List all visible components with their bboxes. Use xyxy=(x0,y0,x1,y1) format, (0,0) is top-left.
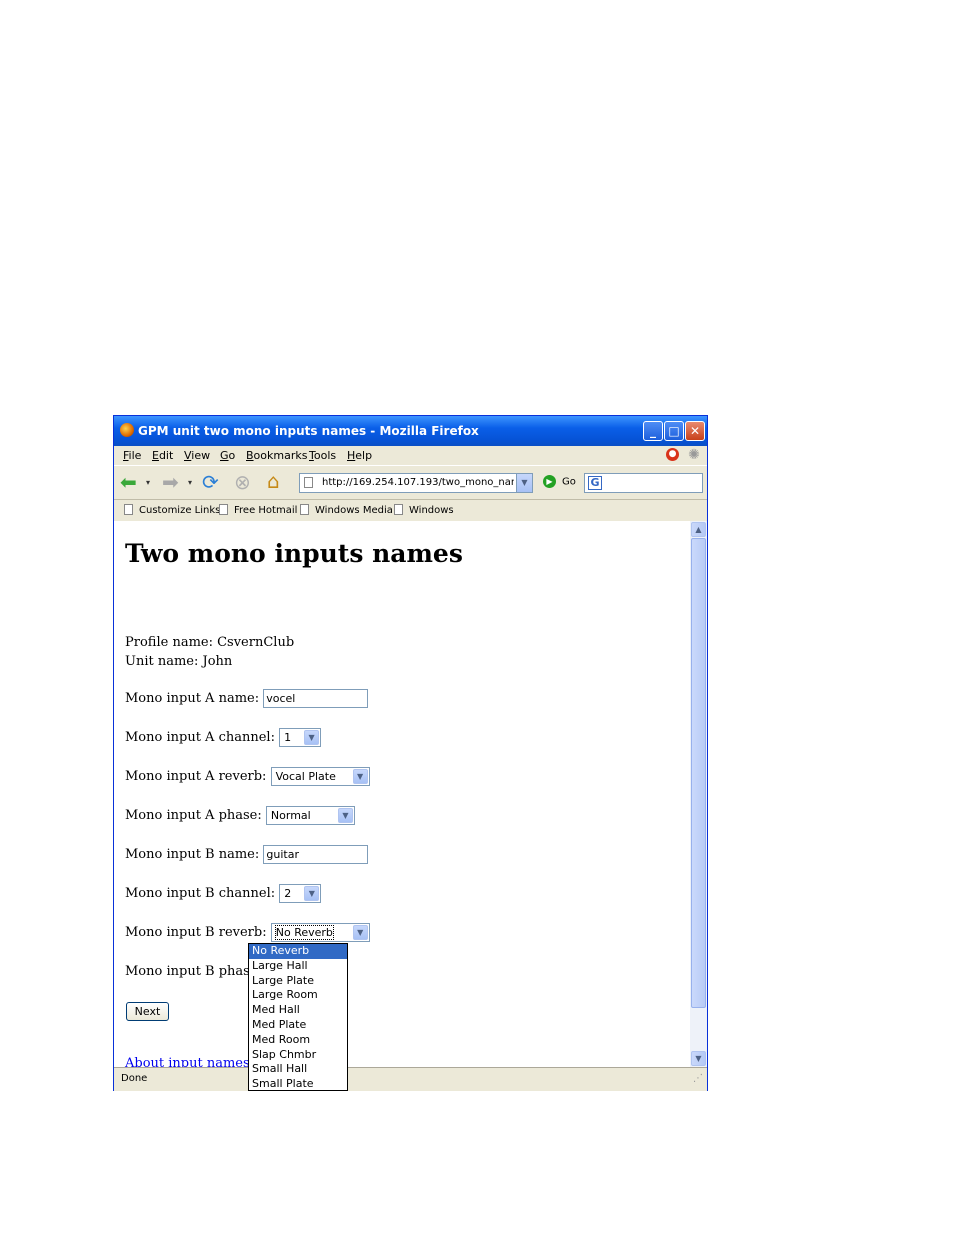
url-input[interactable]: http://169.254.107.193/two_mono_name.j xyxy=(322,474,514,492)
a-phase-select[interactable]: Normal ▼ xyxy=(265,806,355,825)
maximize-button[interactable]: □ xyxy=(664,421,684,441)
a-channel-row: Mono input A channel: 1 ▼ xyxy=(125,728,322,747)
title-bar[interactable]: GPM unit two mono inputs names - Mozilla… xyxy=(114,416,707,446)
b-name-label: Mono input B name: xyxy=(125,847,260,862)
resize-grip-icon[interactable]: ⋰ xyxy=(693,1073,703,1084)
b-reverb-label: Mono input B reverb: xyxy=(125,925,267,940)
status-bar: Done ⋰ xyxy=(114,1067,707,1091)
menu-bar: File Edit View Go Bookmarks Tools Help ●… xyxy=(114,446,707,465)
bookmark-windows-media[interactable]: Windows Media xyxy=(300,504,393,516)
back-history-icon[interactable]: ▾ xyxy=(146,472,150,494)
menu-edit[interactable]: Edit xyxy=(152,449,173,462)
menu-help[interactable]: Help xyxy=(347,449,372,462)
a-phase-label: Mono input A phase: xyxy=(125,808,262,823)
bookmark-free-hotmail[interactable]: Free Hotmail xyxy=(219,504,297,516)
a-reverb-select[interactable]: Vocal Plate ▼ xyxy=(270,767,370,786)
a-name-label: Mono input A name: xyxy=(125,691,260,706)
a-channel-label: Mono input A channel: xyxy=(125,730,275,745)
back-icon[interactable]: ⬅ xyxy=(120,471,137,493)
stop-icon[interactable]: ⊗ xyxy=(234,471,251,493)
b-phase-label: Mono input B phase: xyxy=(125,964,262,979)
a-name-input[interactable]: vocel xyxy=(263,689,369,708)
reverb-option[interactable]: Large Hall xyxy=(249,959,347,974)
next-button[interactable]: Next xyxy=(126,1002,169,1021)
throbber-icon: ✺ xyxy=(688,447,700,463)
a-phase-row: Mono input A phase: Normal ▼ xyxy=(125,806,355,825)
url-bar[interactable]: http://169.254.107.193/two_mono_name.j ▼ xyxy=(299,473,533,493)
a-channel-select[interactable]: 1 ▼ xyxy=(279,728,322,747)
unit-name-text: Unit name: John xyxy=(125,654,233,669)
bookmark-page-icon xyxy=(394,504,403,515)
forward-history-icon[interactable]: ▾ xyxy=(188,472,192,494)
menu-go[interactable]: Go xyxy=(220,449,235,462)
b-channel-label: Mono input B channel: xyxy=(125,886,276,901)
firefox-logo-icon xyxy=(120,423,134,437)
b-reverb-select[interactable]: No Reverb ▼ xyxy=(270,923,370,942)
a-reverb-row: Mono input A reverb: Vocal Plate ▼ xyxy=(125,767,370,786)
go-icon: ▶ xyxy=(543,475,556,488)
reverb-option[interactable]: Large Room xyxy=(249,988,347,1003)
chevron-down-icon[interactable]: ▼ xyxy=(352,769,368,784)
reverb-option[interactable]: Med Hall xyxy=(249,1003,347,1018)
page-icon xyxy=(304,477,313,488)
reverb-option[interactable]: Small Plate xyxy=(249,1077,347,1092)
page-title: Two mono inputs names xyxy=(125,539,463,568)
bookmark-customize-links[interactable]: Customize Links xyxy=(124,504,220,516)
menu-view[interactable]: View xyxy=(184,449,210,462)
search-box[interactable]: G xyxy=(584,473,703,493)
bookmark-page-icon xyxy=(219,504,228,515)
page-content: Two mono inputs names Profile name: Csve… xyxy=(114,521,690,1067)
menu-bookmarks[interactable]: Bookmarks xyxy=(246,449,307,462)
b-reverb-row: Mono input B reverb: No Reverb ▼ xyxy=(125,923,370,942)
reverb-option[interactable]: Med Plate xyxy=(249,1018,347,1033)
reverb-option[interactable]: Med Room xyxy=(249,1033,347,1048)
reverb-dropdown-list[interactable]: No Reverb Large Hall Large Plate Large R… xyxy=(248,943,348,1091)
reload-icon[interactable]: ⟳ xyxy=(202,471,219,493)
scroll-up-icon[interactable]: ▲ xyxy=(691,522,706,537)
vertical-scrollbar[interactable]: ▲ ▼ xyxy=(690,521,707,1067)
chevron-down-icon[interactable]: ▼ xyxy=(304,886,320,901)
chevron-down-icon[interactable]: ▼ xyxy=(337,808,353,823)
chevron-down-icon[interactable]: ▼ xyxy=(352,925,368,940)
scroll-thumb[interactable] xyxy=(691,538,706,1008)
b-name-row: Mono input B name: guitar xyxy=(125,845,369,864)
menu-tools[interactable]: Tools xyxy=(309,449,336,462)
scroll-down-icon[interactable]: ▼ xyxy=(691,1051,706,1066)
chevron-down-icon[interactable]: ▼ xyxy=(304,730,320,745)
a-reverb-label: Mono input A reverb: xyxy=(125,769,267,784)
stop-indicator-icon: ● xyxy=(666,448,679,461)
reverb-option[interactable]: Small Hall xyxy=(249,1062,347,1077)
b-channel-row: Mono input B channel: 2 ▼ xyxy=(125,884,322,903)
home-icon[interactable]: ⌂ xyxy=(267,470,280,492)
menu-file[interactable]: File xyxy=(123,449,141,462)
reverb-option[interactable]: No Reverb xyxy=(249,944,347,959)
go-button[interactable]: ▶ Go xyxy=(543,475,576,490)
b-channel-select[interactable]: 2 ▼ xyxy=(279,884,322,903)
minimize-button[interactable]: _ xyxy=(643,421,663,441)
status-text: Done xyxy=(121,1073,148,1084)
bookmarks-toolbar: Customize Links Free Hotmail Windows Med… xyxy=(114,499,707,522)
bookmark-page-icon xyxy=(124,504,133,515)
navigation-toolbar: ⬅ ▾ ➡ ▾ ⟳ ⊗ ⌂ http://169.254.107.193/two… xyxy=(114,465,707,500)
url-dropdown-icon[interactable]: ▼ xyxy=(516,474,532,492)
window-title: GPM unit two mono inputs names - Mozilla… xyxy=(138,424,479,438)
a-name-row: Mono input A name: vocel xyxy=(125,689,369,708)
forward-icon[interactable]: ➡ xyxy=(162,471,179,493)
b-name-input[interactable]: guitar xyxy=(263,845,369,864)
google-search-icon[interactable]: G xyxy=(588,476,602,490)
profile-name-text: Profile name: CsvernClub xyxy=(125,635,295,650)
close-button[interactable]: ✕ xyxy=(685,421,705,441)
reverb-option[interactable]: Slap Chmbr xyxy=(249,1048,347,1063)
reverb-option[interactable]: Large Plate xyxy=(249,974,347,989)
bookmark-windows[interactable]: Windows xyxy=(394,504,454,516)
browser-window: GPM unit two mono inputs names - Mozilla… xyxy=(113,415,708,1091)
about-input-names-link[interactable]: About input names xyxy=(125,1056,250,1067)
bookmark-page-icon xyxy=(300,504,309,515)
